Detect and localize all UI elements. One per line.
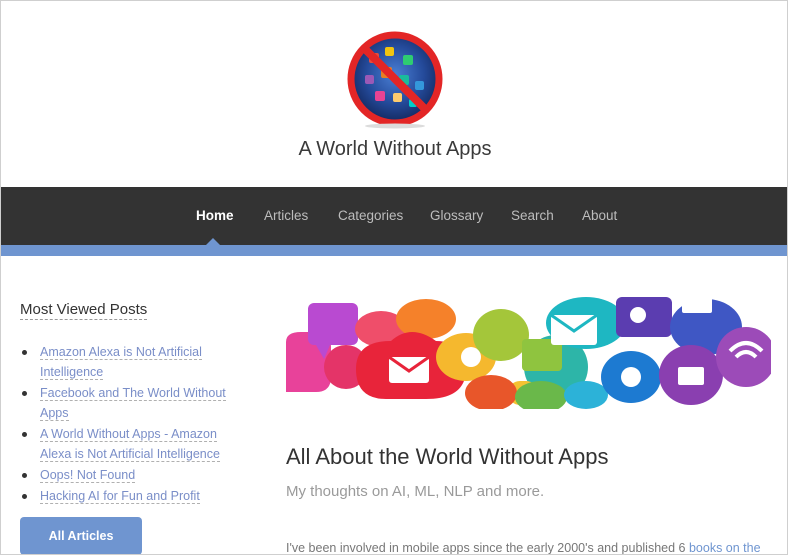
books-link[interactable]: books on the <box>689 541 761 554</box>
nav-item-glossary[interactable]: Glossary <box>430 208 483 223</box>
most-viewed-list: Amazon Alexa is Not Artificial Intellige… <box>20 342 250 506</box>
hero-speech-bubbles-image <box>286 297 771 409</box>
nav-item-search[interactable]: Search <box>511 208 554 223</box>
intro-paragraph: I've been involved in mobile apps since … <box>286 541 766 555</box>
site-header: A World Without Apps <box>1 1 787 187</box>
nav-list: Home Articles Categories Glossary Search… <box>1 187 787 245</box>
page-heading: All About the World Without Apps <box>286 444 609 469</box>
post-link-world-alexa-line2[interactable]: Alexa is Not Artificial Intelligence <box>40 447 220 462</box>
post-link-facebook-line2[interactable]: Apps <box>40 406 69 421</box>
intro-text: I've been involved in mobile apps since … <box>286 541 689 555</box>
nav-item-about[interactable]: About <box>582 208 617 223</box>
bullet-icon <box>22 473 27 478</box>
list-item: Hacking AI for Fun and Profit <box>20 486 250 506</box>
post-link-alexa-line1[interactable]: Amazon Alexa is Not Artificial <box>40 345 202 360</box>
accent-bar <box>1 245 787 256</box>
list-item: A World Without Apps - Amazon Alexa is N… <box>20 424 250 464</box>
list-item: Amazon Alexa is Not Artificial Intellige… <box>20 342 250 382</box>
sidebar: Most Viewed Posts Amazon Alexa is Not Ar… <box>20 301 250 554</box>
most-viewed-title: Most Viewed Posts <box>20 301 148 320</box>
nav-item-categories[interactable]: Categories <box>338 208 403 223</box>
site-title[interactable]: A World Without Apps <box>1 138 787 161</box>
page-subheading: My thoughts on AI, ML, NLP and more. <box>286 483 545 500</box>
bullet-icon <box>22 494 27 499</box>
no-apps-logo-icon[interactable] <box>345 29 445 129</box>
all-articles-button[interactable]: All Articles <box>20 517 142 554</box>
post-link-hacking-ai[interactable]: Hacking AI for Fun and Profit <box>40 489 200 504</box>
post-link-world-alexa-line1[interactable]: A World Without Apps - Amazon <box>40 427 217 442</box>
nav-item-home[interactable]: Home <box>196 208 234 223</box>
bullet-icon <box>22 432 27 437</box>
bullet-icon <box>22 391 27 396</box>
browser-frame: A World Without Apps Home Articles Categ… <box>0 0 788 555</box>
list-item: Oops! Not Found <box>20 465 250 485</box>
post-link-facebook-line1[interactable]: Facebook and The World Without <box>40 386 226 401</box>
list-item: Facebook and The World Without Apps <box>20 383 250 423</box>
main-nav: Home Articles Categories Glossary Search… <box>1 187 787 245</box>
active-nav-indicator <box>206 238 220 245</box>
post-link-alexa-line2[interactable]: Intelligence <box>40 365 104 380</box>
post-link-not-found[interactable]: Oops! Not Found <box>40 468 136 483</box>
bullet-icon <box>22 350 27 355</box>
nav-item-articles[interactable]: Articles <box>264 208 308 223</box>
